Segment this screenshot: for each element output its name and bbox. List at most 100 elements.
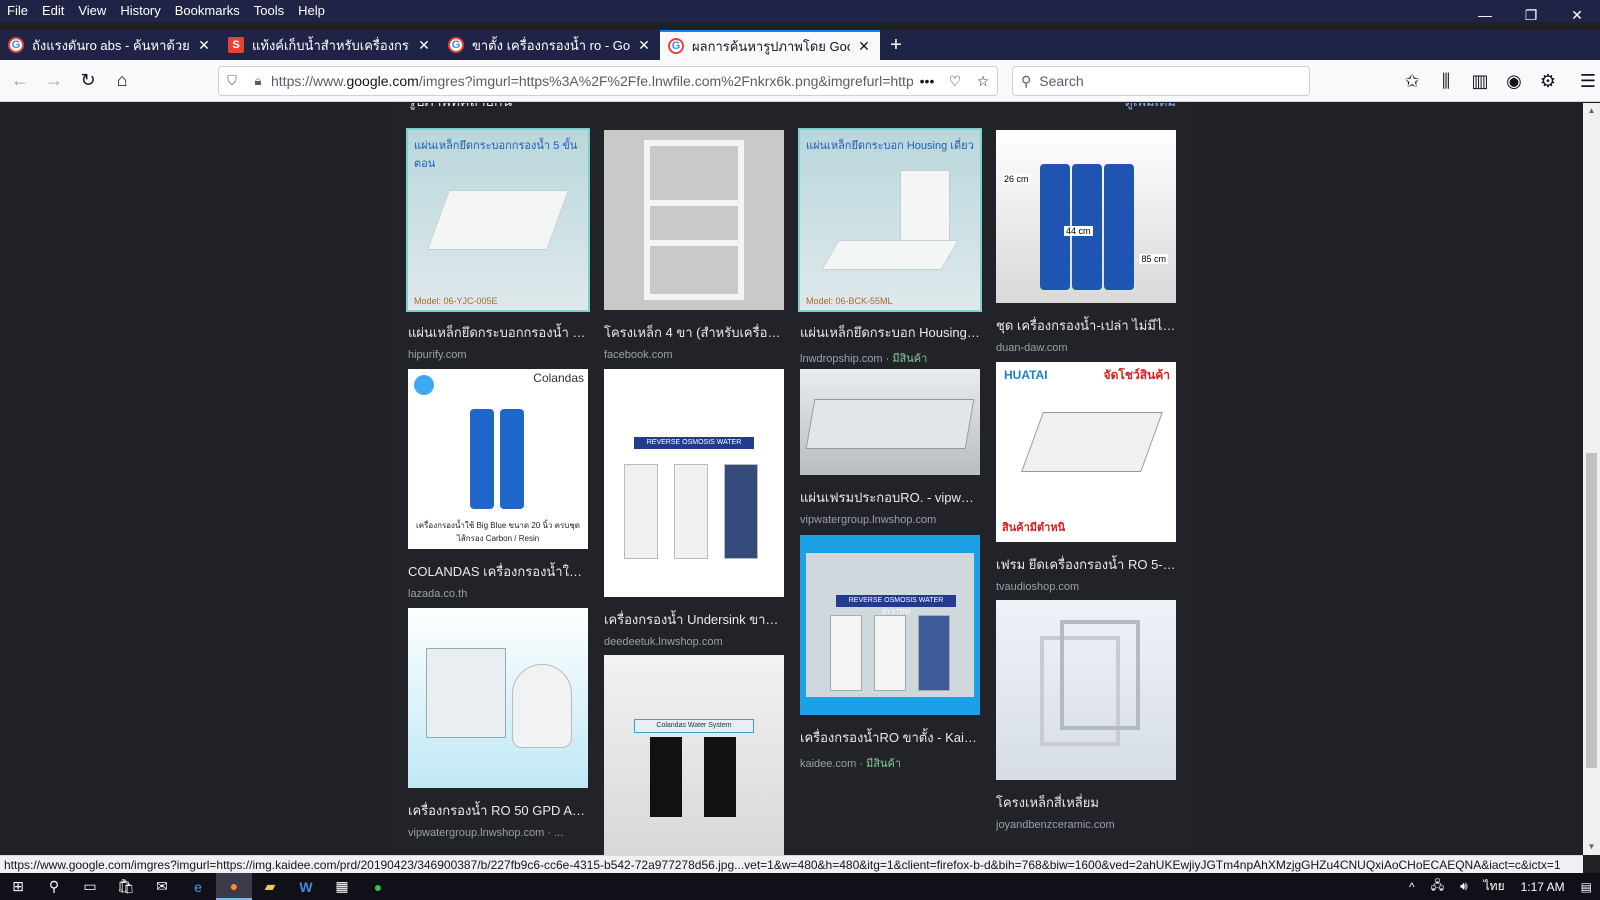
filter-housing-shape	[704, 737, 736, 817]
filter-housing-shape	[724, 464, 758, 559]
result-title[interactable]: เครื่องกรองน้ำ Undersink ขาตั้...	[604, 609, 784, 630]
account-icon[interactable]: ◉	[1498, 65, 1530, 97]
new-tab-button[interactable]: +	[880, 30, 912, 60]
result-thumbnail[interactable]: HUATAI จัดโชว์สินค้า สินค้ามีตำหนิ	[996, 362, 1176, 542]
result-thumbnail[interactable]: REVERSE OSMOSIS WATER SYSTEM	[800, 535, 980, 715]
result-title[interactable]: โครงเหล็กสี่เหลี่ยม	[996, 792, 1176, 813]
reload-icon[interactable]: ↻	[72, 65, 104, 97]
result-title[interactable]: แผ่นเฟรมประกอบRO. - vipwat...	[800, 487, 980, 508]
extensions-icon[interactable]: ⚙	[1532, 65, 1564, 97]
tray-chevron-icon[interactable]: ^	[1401, 880, 1423, 894]
calculator-icon[interactable]: ▦	[324, 873, 360, 900]
filter-housing-shape	[874, 615, 906, 691]
result-title[interactable]: ชุด เครื่องกรองน้ำ-เปล่า ไม่มีไส้...	[996, 315, 1176, 336]
clock[interactable]: 1:17 AM	[1513, 880, 1573, 894]
network-icon[interactable]: 🖧︎	[1423, 876, 1452, 897]
result-title[interactable]: COLANDAS เครื่องกรองน้ำใช้ ...	[408, 561, 588, 582]
result-title[interactable]: แผ่นเหล็กยึดกระบอกกรองน้ำ 5 ...	[408, 322, 588, 343]
result-thumbnail[interactable]	[800, 369, 980, 475]
tab-4-active[interactable]: G ผลการค้นหารูปภาพโดย Google ✕	[660, 30, 880, 60]
close-tab-icon[interactable]: ✕	[416, 37, 432, 54]
search-icon[interactable]: ⚲	[36, 873, 72, 900]
windows-start-icon[interactable]: ⊞	[0, 873, 36, 900]
result-thumbnail[interactable]: แผ่นเหล็กยึดกระบอกกรองน้ำ 5 ขั้นตอน Mode…	[406, 128, 590, 312]
volume-icon[interactable]: 🔊︎	[1452, 879, 1476, 894]
result-card[interactable]: Colandas เครื่องกรองน้ำใช้ Big Blue ขนาด…	[408, 369, 588, 600]
see-more-link[interactable]: ดูเพิ่มเติม	[1125, 103, 1176, 112]
result-thumbnail[interactable]: แผ่นเหล็กยึดกระบอก Housing เดี่ยว Model:…	[798, 128, 982, 312]
bookmarks-star-icon[interactable]: ✩	[1396, 65, 1428, 97]
word-icon[interactable]: W	[288, 873, 324, 900]
result-source: vipwatergroup.lnwshop.com	[800, 514, 937, 526]
lock-icon[interactable]: 🔒︎	[245, 73, 271, 89]
menu-help[interactable]: Help	[291, 0, 332, 22]
result-thumbnail[interactable]	[996, 600, 1176, 780]
result-card[interactable]: แผ่นเหล็กยึดกระบอก Housing เดี่ยว Model:…	[798, 128, 982, 367]
result-thumbnail[interactable]: 26 cm 44 cm 85 cm	[996, 130, 1176, 303]
edge-icon[interactable]: e	[180, 873, 216, 900]
sidebar-icon[interactable]: ▥	[1464, 65, 1496, 97]
result-title[interactable]: เครื่องกรองน้ำRO ขาตั้ง - Kaidee	[800, 727, 980, 748]
result-card[interactable]: แผ่นเฟรมประกอบRO. - vipwat... vipwatergr…	[800, 369, 980, 526]
store-icon[interactable]: 🛍︎	[108, 873, 144, 900]
bookmark-star-icon[interactable]: ☆	[969, 73, 997, 90]
result-card[interactable]: เครื่องกรองน้ำ RO 50 GPD AQ... vipwaterg…	[408, 608, 588, 839]
menu-tools[interactable]: Tools	[247, 0, 291, 22]
language-indicator[interactable]: ไทย	[1476, 877, 1513, 896]
shield-icon[interactable]: ⛉	[219, 73, 245, 89]
scrollbar-thumb[interactable]	[1586, 453, 1597, 768]
tab-2[interactable]: S แท้งค์เก็บน้ำสำหรับเครื่องกรองน้ำ ✕	[220, 30, 440, 60]
result-title[interactable]: เครื่องกรองน้ำ RO 50 GPD AQ...	[408, 800, 588, 821]
tab-3[interactable]: G ขาตั้ง เครื่องกรองน้ำ ro - Google ✕	[440, 30, 660, 60]
line-app-icon[interactable]: ●	[360, 873, 396, 900]
result-title[interactable]: เฟรม ยึดเครื่องกรองน้ำ RO 5-6 ...	[996, 554, 1176, 575]
menu-file[interactable]: File	[0, 0, 35, 22]
result-title[interactable]: โครงเหล็ก 4 ขา (สำหรับเครื่องก...	[604, 322, 784, 343]
back-icon[interactable]: ←	[4, 65, 36, 97]
menu-bookmarks[interactable]: Bookmarks	[168, 0, 247, 22]
result-title[interactable]: แผ่นเหล็กยึดกระบอก Housing ...	[800, 322, 980, 343]
vertical-scrollbar[interactable]: ▲ ▼	[1583, 103, 1600, 855]
firefox-icon[interactable]: ●	[216, 873, 252, 900]
result-card[interactable]: HUATAI จัดโชว์สินค้า สินค้ามีตำหนิ เฟรม …	[996, 362, 1176, 593]
mail-icon[interactable]: ✉	[144, 873, 180, 900]
frame-plate-shape	[805, 399, 975, 449]
result-thumbnail[interactable]: REVERSE OSMOSIS WATER SYSTEM	[604, 369, 784, 597]
tab-1[interactable]: G ถังแรงดันro abs - ค้นหาด้วย Goo ✕	[0, 30, 220, 60]
result-card[interactable]: แผ่นเหล็กยึดกระบอกกรองน้ำ 5 ขั้นตอน Mode…	[406, 128, 590, 361]
minimize-button[interactable]: —	[1462, 0, 1508, 30]
scroll-up-icon[interactable]: ▲	[1583, 103, 1600, 119]
menu-history[interactable]: History	[113, 0, 167, 22]
close-window-button[interactable]: ✕	[1554, 0, 1600, 30]
result-thumbnail[interactable]: Colandas เครื่องกรองน้ำใช้ Big Blue ขนาด…	[408, 369, 588, 549]
result-card[interactable]: REVERSE OSMOSIS WATER SYSTEM เครื่องกรอง…	[604, 369, 784, 648]
home-icon[interactable]: ⌂	[106, 65, 138, 97]
close-tab-icon[interactable]: ✕	[196, 37, 212, 54]
page-actions-icon[interactable]: •••	[913, 73, 941, 89]
result-thumbnail[interactable]	[408, 608, 588, 788]
url-text[interactable]: https://www.google.com/imgres?imgurl=htt…	[271, 73, 913, 89]
file-explorer-icon[interactable]: ▰	[252, 873, 288, 900]
menu-edit[interactable]: Edit	[35, 0, 71, 22]
thumbnail-brand: Colandas	[533, 371, 584, 385]
result-card[interactable]: REVERSE OSMOSIS WATER SYSTEM เครื่องกรอง…	[800, 535, 980, 772]
search-input[interactable]: ⚲ Search	[1012, 66, 1310, 96]
close-tab-icon[interactable]: ✕	[636, 37, 652, 54]
result-thumbnail[interactable]: Colandas Water System	[604, 655, 784, 855]
task-view-icon[interactable]: ▭	[72, 873, 108, 900]
menu-view[interactable]: View	[71, 0, 113, 22]
result-thumbnail[interactable]	[604, 130, 784, 310]
restore-button[interactable]: ❐	[1508, 0, 1554, 30]
forward-icon[interactable]: →	[38, 65, 70, 97]
menu-hamburger-icon[interactable]: ☰	[1572, 65, 1600, 97]
pocket-icon[interactable]: ♡	[941, 73, 969, 90]
result-card[interactable]: โครงเหล็กสี่เหลี่ยม joyandbenzceramic.co…	[996, 600, 1176, 831]
result-card[interactable]: Colandas Water System	[604, 655, 784, 855]
scroll-down-icon[interactable]: ▼	[1583, 839, 1600, 855]
url-bar[interactable]: ⛉ 🔒︎ https://www.google.com/imgres?imgur…	[218, 66, 998, 96]
notifications-icon[interactable]: ▤	[1573, 880, 1600, 894]
result-card[interactable]: โครงเหล็ก 4 ขา (สำหรับเครื่องก... facebo…	[604, 130, 784, 361]
result-card[interactable]: 26 cm 44 cm 85 cm ชุด เครื่องกรองน้ำ-เปล…	[996, 130, 1176, 354]
library-icon[interactable]: ⫼	[1430, 65, 1462, 97]
close-tab-icon[interactable]: ✕	[856, 38, 872, 55]
